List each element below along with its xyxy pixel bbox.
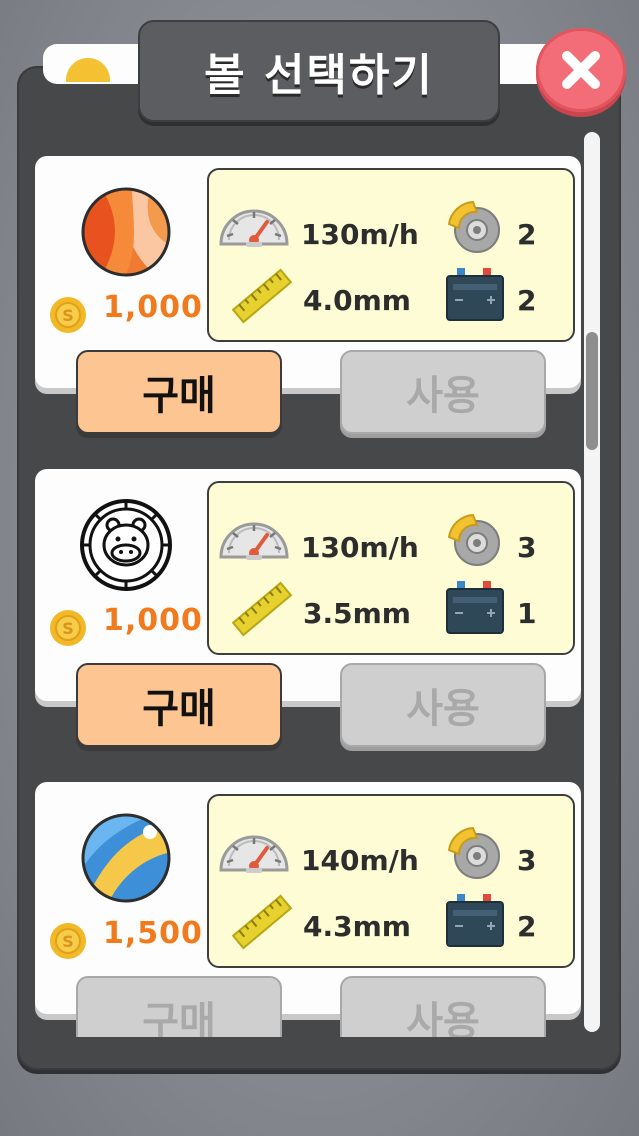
coin-icon: S xyxy=(50,610,86,646)
brake-disc-icon xyxy=(447,826,500,879)
speed-value: 130m/h xyxy=(301,218,419,251)
use-button[interactable]: 사용 xyxy=(340,663,546,747)
use-button[interactable]: 사용 xyxy=(340,350,546,434)
beach-ball-orange-icon xyxy=(81,187,171,277)
buy-button[interactable]: 구매 xyxy=(76,350,282,434)
title-banner: 볼 선택하기 xyxy=(138,20,500,122)
speed-value: 130m/h xyxy=(301,531,419,564)
battery-value: 2 xyxy=(517,284,537,317)
close-button[interactable] xyxy=(536,28,626,112)
svg-text:S: S xyxy=(62,306,74,325)
coin-icon: S xyxy=(50,297,86,333)
size-value: 4.3mm xyxy=(303,910,411,943)
hippo-ball-icon xyxy=(80,499,172,591)
price-label: 1,000 xyxy=(103,290,203,325)
brake-value: 3 xyxy=(517,844,537,877)
stats-box: 130m/h 3 3.5mm 1 xyxy=(207,481,575,655)
stats-box: 130m/h 2 4.0mm 2 xyxy=(207,168,575,342)
speedometer-icon xyxy=(219,209,289,247)
battery-icon xyxy=(446,268,504,321)
close-x-icon xyxy=(562,51,600,89)
battery-icon xyxy=(446,894,504,947)
price-label: 1,500 xyxy=(103,916,203,951)
size-value: 4.0mm xyxy=(303,284,411,317)
speedometer-icon xyxy=(219,835,289,873)
beach-ball-blue-icon xyxy=(81,813,171,903)
brake-disc-icon xyxy=(447,200,500,253)
scrollbar-thumb[interactable] xyxy=(586,332,598,450)
battery-icon xyxy=(446,581,504,634)
ruler-icon xyxy=(231,268,293,324)
brake-value: 2 xyxy=(517,218,537,251)
brake-value: 3 xyxy=(517,531,537,564)
size-value: 3.5mm xyxy=(303,597,411,630)
ruler-icon xyxy=(231,894,293,950)
coin-icon: S xyxy=(50,923,86,959)
ball-list[interactable]: S 1,000 130m/h 2 4.0mm 2 구매 사용 S 1,000 1… xyxy=(0,130,639,1037)
use-button[interactable]: 사용 xyxy=(340,976,546,1037)
battery-value: 1 xyxy=(517,597,537,630)
brake-disc-icon xyxy=(447,513,500,566)
battery-value: 2 xyxy=(517,910,537,943)
buy-button[interactable]: 구매 xyxy=(76,976,282,1037)
svg-text:S: S xyxy=(62,619,74,638)
scrollbar-track[interactable] xyxy=(584,132,600,1032)
speed-value: 140m/h xyxy=(301,844,419,877)
stats-box: 140m/h 3 4.3mm 2 xyxy=(207,794,575,968)
svg-text:S: S xyxy=(62,932,74,951)
speedometer-icon xyxy=(219,522,289,560)
buy-button[interactable]: 구매 xyxy=(76,663,282,747)
price-label: 1,000 xyxy=(103,603,203,638)
ruler-icon xyxy=(231,581,293,637)
page-title: 볼 선택하기 xyxy=(204,50,434,101)
